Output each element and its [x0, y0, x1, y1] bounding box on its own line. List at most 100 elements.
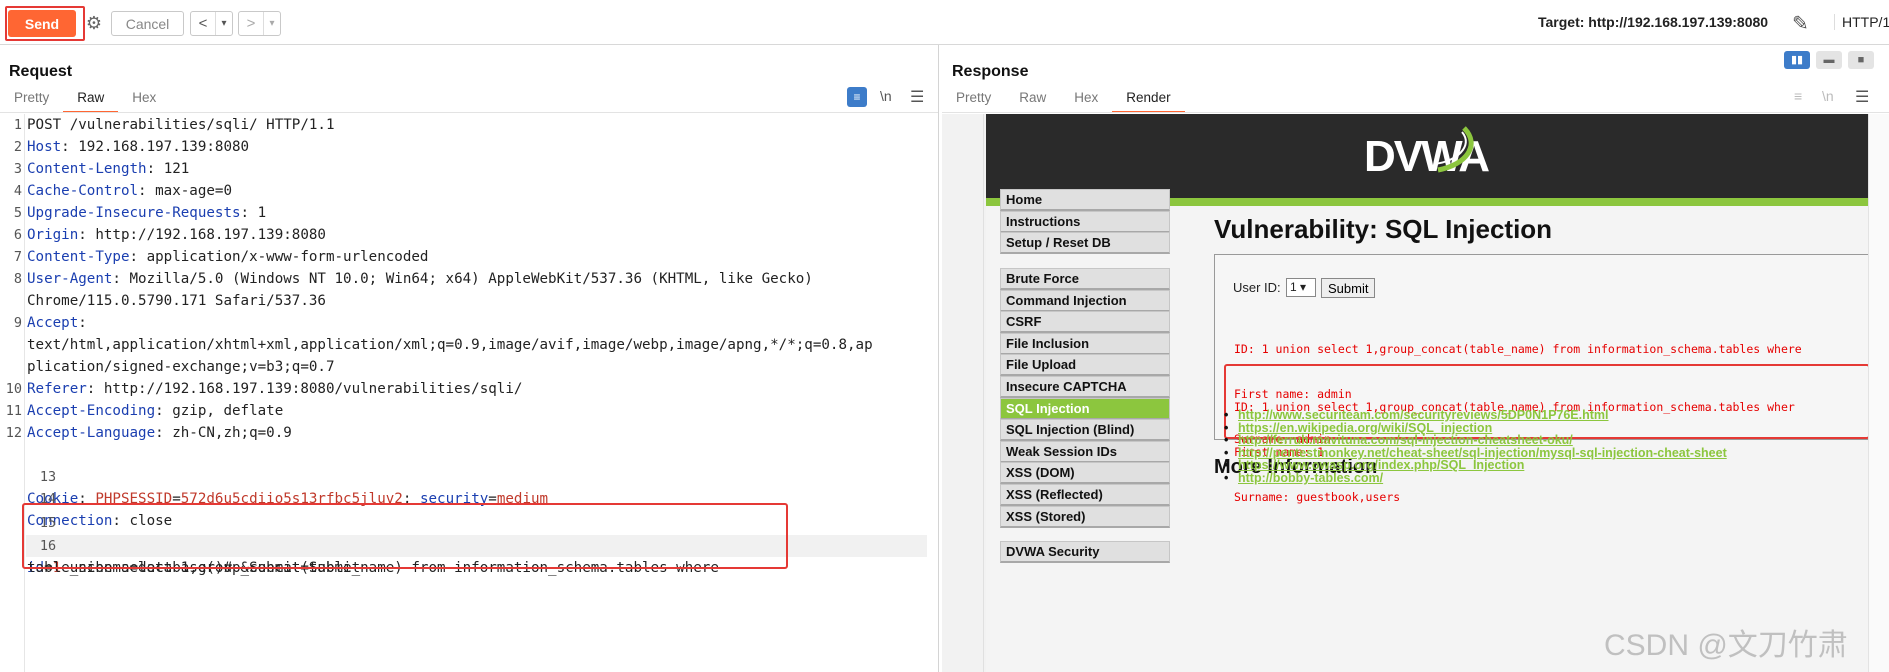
header-key: Cache-Control: [27, 183, 139, 199]
header-key: Content-Type: [27, 249, 130, 265]
request-tabs: Pretty Raw Hex: [0, 90, 170, 113]
response-tab-render[interactable]: Render: [1112, 90, 1185, 113]
target-label: Target: http://192.168.197.139:8080: [1538, 14, 1769, 30]
forward-history-dropdown[interactable]: ▾: [263, 12, 280, 35]
header-separator: :: [129, 249, 147, 265]
header-value: http://192.168.197.139:8080: [95, 227, 326, 243]
header-value: 1: [257, 205, 267, 221]
dvwa-header: DVWA: [986, 114, 1889, 198]
dvwa-menu-item[interactable]: XSS (Reflected): [1000, 484, 1170, 506]
header-separator: :: [240, 205, 258, 221]
gear-icon[interactable]: ⚙: [84, 12, 104, 34]
request-editor[interactable]: 1 POST /vulnerabilities/sqli/ HTTP/1.1 2 Ho…: [0, 114, 938, 672]
dvwa-menu-item[interactable]: Insecure CAPTCHA: [1000, 376, 1170, 398]
payload-highlight-box: [22, 503, 788, 569]
header-value: Mozilla/5.0 (Windows NT 10.0; Win64; x64…: [129, 271, 813, 287]
header-key: Host: [27, 139, 62, 155]
csdn-watermark: CSDN @文刀竹肃: [1604, 629, 1848, 662]
response-tab-pretty[interactable]: Pretty: [942, 90, 1005, 113]
back-button[interactable]: <: [191, 12, 215, 35]
header-separator: :: [86, 381, 104, 397]
word-wrap-icon[interactable]: ≡: [847, 87, 867, 107]
request-tabs-underline: [0, 112, 938, 113]
header-separator: :: [155, 403, 173, 419]
request-tab-pretty[interactable]: Pretty: [0, 90, 63, 113]
response-scrollbar[interactable]: [1868, 114, 1889, 672]
request-menu-icon[interactable]: ☰: [910, 87, 924, 107]
cancel-button[interactable]: Cancel: [111, 11, 184, 36]
header-key: Upgrade-Insecure-Requests: [27, 205, 241, 221]
http-version-toggle[interactable]: HTTP/1: [1834, 14, 1889, 30]
header-value: 192.168.197.139:8080: [78, 139, 250, 155]
user-id-label: User ID:: [1233, 280, 1281, 295]
show-newlines-toggle[interactable]: \n: [880, 88, 892, 104]
response-tabs-underline: [942, 112, 1889, 113]
header-key: Accept-Language: [27, 425, 156, 441]
forward-button-group: > ▾: [238, 11, 281, 36]
dvwa-menu-item[interactable]: File Upload: [1000, 354, 1170, 377]
dvwa-menu-item[interactable]: XSS (DOM): [1000, 462, 1170, 485]
header-separator: :: [112, 271, 130, 287]
dvwa-menu-item[interactable]: Brute Force: [1000, 268, 1170, 290]
header-value: application/x-www-form-urlencoded: [146, 249, 429, 265]
header-key: Content-Length: [27, 161, 147, 177]
header-key: User-Agent: [27, 271, 113, 287]
response-tabs: Pretty Raw Hex Render: [942, 90, 1185, 113]
request-tab-hex[interactable]: Hex: [118, 90, 170, 113]
dvwa-menu-item[interactable]: Instructions: [1000, 210, 1170, 233]
dvwa-page-title: Vulnerability: SQL Injection: [1214, 214, 1553, 244]
submit-button[interactable]: Submit: [1321, 278, 1376, 298]
request-text: plication/signed-exchange;v=b3;q=0.7: [27, 359, 335, 375]
toolbar: Send ⚙ Cancel < ▾ > ▾ Target: http://192…: [0, 0, 1889, 45]
split-vertical-icon[interactable]: ▬: [1816, 51, 1842, 69]
dvwa-menu-item[interactable]: File Inclusion: [1000, 332, 1170, 355]
request-line: 13 Cookie: PHPSESSID=572d6u5cdiio5s13rfb…: [27, 469, 549, 507]
dvwa-menu-item[interactable]: SQL Injection: [1000, 397, 1170, 420]
back-history-dropdown[interactable]: ▾: [215, 12, 232, 35]
dvwa-menu-item[interactable]: SQL Injection (Blind): [1000, 419, 1170, 442]
header-separator: :: [78, 227, 96, 243]
layout-toggles: ▮▮ ▬ ■: [1784, 51, 1874, 69]
header-separator: :: [146, 161, 164, 177]
request-text: POST /vulnerabilities/sqli/ HTTP/1.1: [27, 117, 335, 133]
response-tab-hex[interactable]: Hex: [1060, 90, 1112, 113]
pane-divider[interactable]: [938, 45, 939, 672]
forward-button[interactable]: >: [239, 12, 263, 35]
edit-target-pencil-icon[interactable]: ✎: [1792, 11, 1809, 36]
word-wrap-icon[interactable]: ≡: [1794, 88, 1802, 104]
render-left-margin: [942, 114, 984, 672]
request-text: Chrome/115.0.5790.171 Safari/537.36: [27, 293, 326, 309]
dvwa-menu-item[interactable]: Setup / Reset DB: [1000, 232, 1170, 255]
dvwa-menu-item[interactable]: XSS (Stored): [1000, 505, 1170, 528]
header-separator: :: [61, 139, 79, 155]
request-tab-raw[interactable]: Raw: [63, 90, 119, 113]
dvwa-logo-swoosh-icon: [1433, 126, 1474, 173]
response-pane-title: Response: [952, 63, 1029, 80]
single-pane-icon[interactable]: ■: [1848, 51, 1874, 69]
header-value: http://192.168.197.139:8080/vulnerabilit…: [103, 381, 523, 397]
header-separator: :: [138, 183, 156, 199]
header-key: Referer: [27, 381, 87, 397]
header-value: 121: [163, 161, 190, 177]
reference-link[interactable]: http://bobby-tables.com/: [1224, 471, 1383, 485]
user-id-select[interactable]: 1 ▾: [1286, 278, 1316, 297]
header-separator: :: [155, 425, 173, 441]
dvwa-menu-item[interactable]: Command Injection: [1000, 289, 1170, 312]
dvwa-menu-item[interactable]: CSRF: [1000, 311, 1170, 334]
dvwa-menu-item[interactable]: Home: [1000, 189, 1170, 211]
response-render-view[interactable]: DVWA Home Instructions Setup / Reset DB Bru…: [942, 114, 1889, 672]
dvwa-menu-item[interactable]: Weak Session IDs: [1000, 440, 1170, 463]
request-text: text/html,application/xhtml+xml,applicat…: [27, 337, 873, 353]
dvwa-menu-item[interactable]: DVWA Security: [1000, 541, 1170, 563]
send-highlight-box: [5, 6, 85, 41]
header-value: zh-CN,zh;q=0.9: [172, 425, 292, 441]
header-value: max-age=0: [155, 183, 233, 199]
header-key: Accept-Encoding: [27, 403, 156, 419]
header-value: gzip, deflate: [172, 403, 284, 419]
show-newlines-toggle[interactable]: \n: [1822, 88, 1834, 104]
header-key: Origin: [27, 227, 79, 243]
response-tab-raw[interactable]: Raw: [1005, 90, 1060, 113]
response-menu-icon[interactable]: ☰: [1855, 87, 1869, 107]
split-horizontal-icon[interactable]: ▮▮: [1784, 51, 1810, 69]
header-separator: :: [78, 315, 87, 331]
